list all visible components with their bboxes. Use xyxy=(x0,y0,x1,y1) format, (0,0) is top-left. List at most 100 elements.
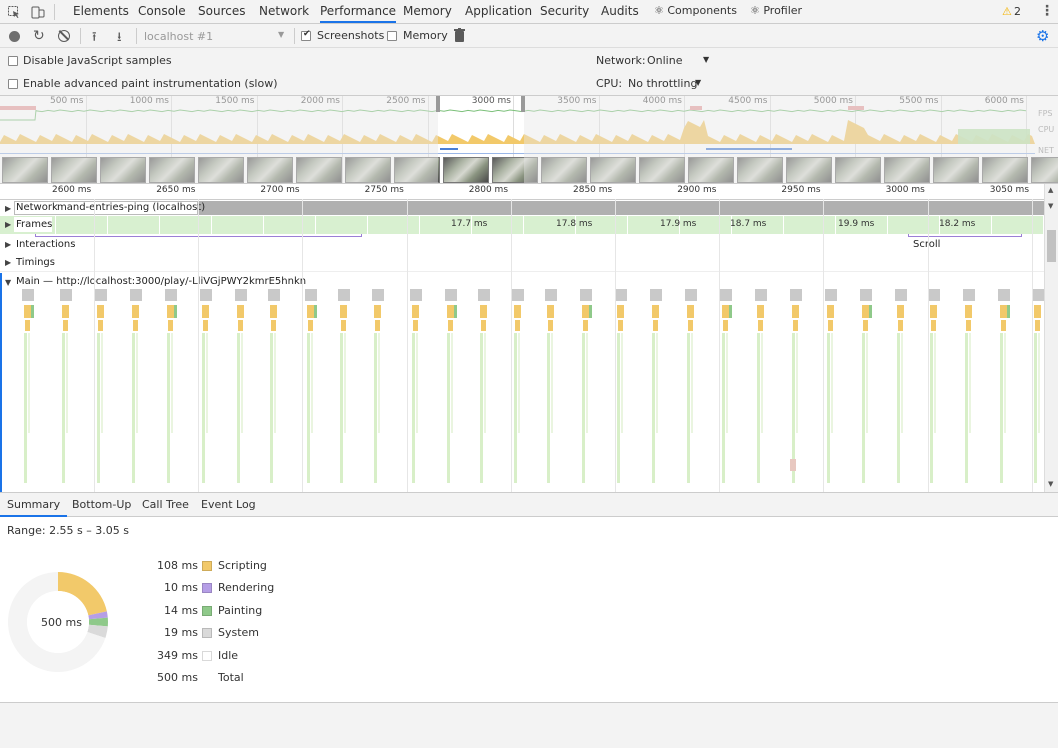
idle-callback-block[interactable] xyxy=(514,333,517,483)
task-block[interactable] xyxy=(410,289,422,301)
idle-callback-block[interactable] xyxy=(167,333,170,483)
tab-memory[interactable]: Memory xyxy=(403,0,452,23)
idle-callback-block[interactable] xyxy=(378,333,380,433)
idle-callback-block[interactable] xyxy=(416,333,418,433)
clear-icon[interactable] xyxy=(58,30,70,42)
scripting-block[interactable] xyxy=(132,305,139,318)
advanced-paint-checkbox[interactable] xyxy=(8,79,18,89)
task-block[interactable] xyxy=(998,289,1010,301)
task-block[interactable] xyxy=(685,289,697,301)
scripting-block[interactable] xyxy=(617,305,624,318)
idle-callback-block[interactable] xyxy=(274,333,276,433)
scripting-block[interactable] xyxy=(862,305,869,318)
painting-block[interactable] xyxy=(589,305,592,318)
scripting-block[interactable] xyxy=(167,305,174,318)
main-thread-flame[interactable] xyxy=(0,289,1044,492)
idle-callback-block[interactable] xyxy=(28,333,30,433)
idle-callback-block[interactable] xyxy=(827,333,830,483)
tab-bottom-up[interactable]: Bottom-Up xyxy=(72,493,131,517)
scripting-block[interactable] xyxy=(1035,320,1040,331)
idle-callback-block[interactable] xyxy=(62,333,65,483)
scripting-block[interactable] xyxy=(271,320,276,331)
scripting-block[interactable] xyxy=(1034,305,1041,318)
interactions-track[interactable]: ▶ Interactions Scroll xyxy=(0,236,1044,254)
scripting-block[interactable] xyxy=(514,305,521,318)
scripting-block[interactable] xyxy=(931,320,936,331)
expand-triangle-icon[interactable]: ▶ xyxy=(5,258,11,267)
idle-callback-block[interactable] xyxy=(652,333,655,483)
scripting-block[interactable] xyxy=(341,320,346,331)
scroll-up-icon[interactable]: ▲ xyxy=(1048,186,1053,194)
tab-event-log[interactable]: Event Log xyxy=(201,493,256,517)
idle-callback-block[interactable] xyxy=(451,333,453,433)
idle-callback-block[interactable] xyxy=(687,333,690,483)
task-block[interactable] xyxy=(895,289,907,301)
idle-callback-block[interactable] xyxy=(901,333,903,433)
idle-callback-block[interactable] xyxy=(934,333,936,433)
idle-callback-block[interactable] xyxy=(726,333,728,433)
tab-components[interactable]: ⚛ Components xyxy=(654,0,737,23)
idle-callback-block[interactable] xyxy=(722,333,725,483)
scripting-block[interactable] xyxy=(792,305,799,318)
idle-callback-block[interactable] xyxy=(547,333,550,483)
task-block[interactable] xyxy=(755,289,767,301)
task-block[interactable] xyxy=(580,289,592,301)
painting-block[interactable] xyxy=(454,305,457,318)
idle-callback-block[interactable] xyxy=(757,333,760,483)
device-toolbar-icon[interactable] xyxy=(31,5,45,19)
scripting-block[interactable] xyxy=(1000,305,1007,318)
scripting-block[interactable] xyxy=(481,320,486,331)
idle-callback-block[interactable] xyxy=(171,333,173,433)
scripting-block[interactable] xyxy=(25,320,30,331)
idle-callback-block[interactable] xyxy=(206,333,208,433)
task-block[interactable] xyxy=(338,289,350,301)
idle-callback-block[interactable] xyxy=(1038,333,1040,433)
task-block[interactable] xyxy=(963,289,975,301)
idle-callback-block[interactable] xyxy=(202,333,205,483)
selection-left-handle[interactable] xyxy=(436,96,440,112)
scripting-block[interactable] xyxy=(168,320,173,331)
task-block[interactable] xyxy=(445,289,457,301)
scripting-block[interactable] xyxy=(413,320,418,331)
scripting-block[interactable] xyxy=(723,320,728,331)
scripting-block[interactable] xyxy=(97,305,104,318)
scripting-block[interactable] xyxy=(687,305,694,318)
memory-checkbox[interactable] xyxy=(387,31,397,41)
idle-callback-block[interactable] xyxy=(136,333,138,433)
painting-block[interactable] xyxy=(314,305,317,318)
scripting-block[interactable] xyxy=(480,305,487,318)
idle-callback-block[interactable] xyxy=(340,333,343,483)
idle-callback-block[interactable] xyxy=(761,333,763,433)
painting-block[interactable] xyxy=(1007,305,1010,318)
scroll-thumb[interactable] xyxy=(1047,230,1056,262)
idle-callback-block[interactable] xyxy=(866,333,868,433)
frames-track[interactable]: ▶ Frames 17.7 ms 17.8 ms 17.9 ms 18.7 ms… xyxy=(0,216,1044,234)
idle-callback-block[interactable] xyxy=(374,333,377,483)
more-menu-icon[interactable]: ⋮ xyxy=(1040,3,1054,19)
inspect-element-icon[interactable] xyxy=(7,5,21,19)
task-block[interactable] xyxy=(1032,289,1044,301)
idle-callback-block[interactable] xyxy=(656,333,658,433)
scripting-block[interactable] xyxy=(307,305,314,318)
scripting-block[interactable] xyxy=(898,320,903,331)
tab-summary[interactable]: Summary xyxy=(0,493,68,517)
scroll-down-icon[interactable]: ▼ xyxy=(1048,202,1053,210)
reload-icon[interactable]: ↻ xyxy=(33,28,45,44)
idle-callback-block[interactable] xyxy=(24,333,27,483)
idle-callback-block[interactable] xyxy=(237,333,240,483)
task-block[interactable] xyxy=(545,289,557,301)
scripting-block[interactable] xyxy=(583,320,588,331)
expand-triangle-icon[interactable]: ▶ xyxy=(5,220,11,229)
scripting-block[interactable] xyxy=(203,320,208,331)
painting-block[interactable] xyxy=(174,305,177,318)
warning-count[interactable]: 2 xyxy=(1014,5,1021,18)
timeline-overview[interactable]: 500 ms 1000 ms 1500 ms 2000 ms 2500 ms 3000 m… xyxy=(0,96,1058,184)
disable-js-samples-checkbox[interactable] xyxy=(8,56,18,66)
idle-callback-block[interactable] xyxy=(412,333,415,483)
idle-callback-block[interactable] xyxy=(617,333,620,483)
idle-callback-block[interactable] xyxy=(66,333,68,433)
upload-icon[interactable]: ⭱ xyxy=(92,28,97,50)
warning-icon[interactable]: ⚠ xyxy=(1002,5,1012,18)
idle-callback-block[interactable] xyxy=(311,333,313,433)
download-icon[interactable]: ⭳ xyxy=(117,28,122,50)
